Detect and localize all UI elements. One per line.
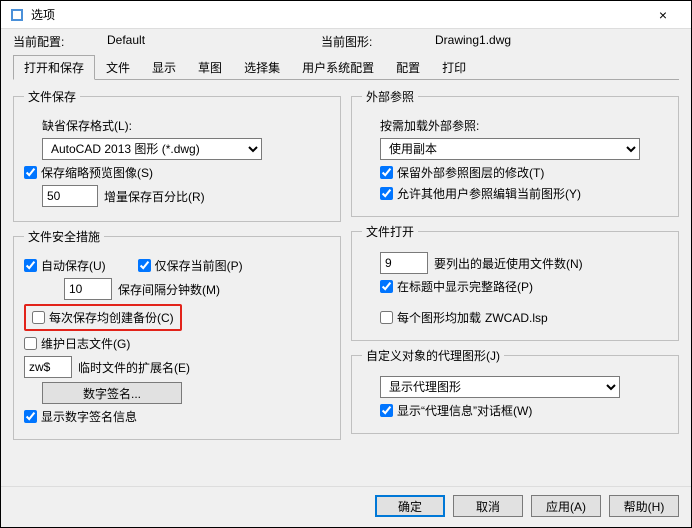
thumbnail-label: 保存缩略预览图像(S)	[41, 164, 153, 181]
footer: 确定 取消 应用(A) 帮助(H)	[1, 486, 691, 527]
tabstrip: 打开和保存 文件 显示 草图 选择集 用户系统配置 配置 打印	[13, 54, 679, 80]
current-drawing-label: 当前图形:	[321, 33, 431, 50]
increment-input[interactable]	[42, 185, 98, 207]
legend-file-open: 文件打开	[362, 223, 418, 240]
show-proxy-dialog-checkbox[interactable]: 显示“代理信息”对话框(W)	[380, 402, 532, 419]
allow-edit-checkbox[interactable]: 允许其他用户参照编辑当前图形(Y)	[380, 185, 581, 202]
temp-ext-input[interactable]	[24, 356, 72, 378]
cancel-button[interactable]: 取消	[453, 495, 523, 517]
current-config-value: Default	[107, 33, 317, 50]
group-file-safety: 文件安全措施 自动保存(U) 仅保存当前图(P) 保存间隔分钟数(M)	[13, 228, 341, 440]
legend-file-safety: 文件安全措施	[24, 228, 104, 245]
log-checkbox[interactable]: 维护日志文件(G)	[24, 335, 130, 352]
show-sig-checkbox[interactable]: 显示数字签名信息	[24, 408, 137, 425]
thumbnail-checkbox[interactable]: 保存缩略预览图像(S)	[24, 164, 153, 181]
backup-checkbox[interactable]: 每次保存均创建备份(C)	[32, 309, 174, 326]
fullpath-label: 在标题中显示完整路径(P)	[397, 278, 533, 295]
app-icon	[9, 7, 25, 23]
tab-content: 文件保存 缺省保存格式(L): AutoCAD 2013 图形 (*.dwg) …	[1, 80, 691, 486]
group-xref: 外部参照 按需加载外部参照: 使用副本 保留外部参照图层的修改(T)	[351, 88, 679, 217]
log-label: 维护日志文件(G)	[41, 335, 130, 352]
highlight-box: 每次保存均创建备份(C)	[24, 304, 182, 331]
help-button[interactable]: 帮助(H)	[609, 495, 679, 517]
group-proxy: 自定义对象的代理图形(J) 显示代理图形 显示“代理信息”对话框(W)	[351, 347, 679, 434]
tab-open-save[interactable]: 打开和保存	[13, 55, 95, 80]
tab-files[interactable]: 文件	[95, 55, 141, 80]
autosave-check-input[interactable]	[24, 259, 37, 272]
close-icon[interactable]: ×	[643, 7, 683, 23]
options-dialog: 选项 × 当前配置: Default 当前图形: Drawing1.dwg 打开…	[0, 0, 692, 528]
legend-file-save: 文件保存	[24, 88, 80, 105]
tab-user-prefs[interactable]: 用户系统配置	[291, 55, 385, 80]
legend-proxy: 自定义对象的代理图形(J)	[362, 347, 504, 364]
mru-input[interactable]	[380, 252, 428, 274]
temp-ext-label: 临时文件的扩展名(E)	[78, 359, 190, 376]
current-only-checkbox[interactable]: 仅保存当前图(P)	[138, 257, 243, 274]
left-column: 文件保存 缺省保存格式(L): AutoCAD 2013 图形 (*.dwg) …	[13, 88, 341, 482]
ondemand-label: 按需加载外部参照:	[380, 117, 668, 134]
fullpath-checkbox[interactable]: 在标题中显示完整路径(P)	[380, 278, 533, 295]
current-config-label: 当前配置:	[13, 33, 103, 50]
interval-input[interactable]	[64, 278, 112, 300]
titlebar: 选项 ×	[1, 1, 691, 29]
load-lsp-file: ZWCAD.lsp	[485, 311, 548, 325]
group-file-open: 文件打开 要列出的最近使用文件数(N) 在标题中显示完整路径(P) 每个图形均加…	[351, 223, 679, 341]
default-format-label: 缺省保存格式(L):	[42, 117, 330, 134]
digital-signature-button[interactable]: 数字签名...	[42, 382, 182, 404]
log-check-input[interactable]	[24, 337, 37, 350]
interval-label: 保存间隔分钟数(M)	[118, 281, 220, 298]
increment-label: 增量保存百分比(R)	[104, 188, 205, 205]
backup-check-input[interactable]	[32, 311, 45, 324]
current-drawing-value: Drawing1.dwg	[435, 33, 511, 50]
thumbnail-check-input[interactable]	[24, 166, 37, 179]
tab-drafting[interactable]: 草图	[187, 55, 233, 80]
allow-edit-label: 允许其他用户参照编辑当前图形(Y)	[397, 185, 581, 202]
show-sig-label: 显示数字签名信息	[41, 408, 137, 425]
show-proxy-dialog-label: 显示“代理信息”对话框(W)	[397, 402, 532, 419]
right-column: 外部参照 按需加载外部参照: 使用副本 保留外部参照图层的修改(T)	[351, 88, 679, 482]
keep-layer-check-input[interactable]	[380, 166, 393, 179]
allow-edit-check-input[interactable]	[380, 187, 393, 200]
default-format-select[interactable]: AutoCAD 2013 图形 (*.dwg)	[42, 138, 262, 160]
current-only-label: 仅保存当前图(P)	[155, 257, 243, 274]
apply-button[interactable]: 应用(A)	[531, 495, 601, 517]
tab-selection[interactable]: 选择集	[233, 55, 291, 80]
show-sig-check-input[interactable]	[24, 410, 37, 423]
ok-button[interactable]: 确定	[375, 495, 445, 517]
mru-label: 要列出的最近使用文件数(N)	[434, 255, 583, 272]
show-proxy-dialog-check-input[interactable]	[380, 404, 393, 417]
tab-plot[interactable]: 打印	[431, 55, 477, 80]
config-row: 当前配置: Default 当前图形: Drawing1.dwg	[1, 29, 691, 54]
legend-xref: 外部参照	[362, 88, 418, 105]
current-only-check-input[interactable]	[138, 259, 151, 272]
ondemand-select[interactable]: 使用副本	[380, 138, 640, 160]
keep-layer-label: 保留外部参照图层的修改(T)	[397, 164, 544, 181]
keep-layer-checkbox[interactable]: 保留外部参照图层的修改(T)	[380, 164, 544, 181]
autosave-label: 自动保存(U)	[41, 257, 106, 274]
group-file-save: 文件保存 缺省保存格式(L): AutoCAD 2013 图形 (*.dwg) …	[13, 88, 341, 222]
load-lsp-check-input[interactable]	[380, 311, 393, 324]
backup-label: 每次保存均创建备份(C)	[49, 309, 174, 326]
tab-display[interactable]: 显示	[141, 55, 187, 80]
proxy-select[interactable]: 显示代理图形	[380, 376, 620, 398]
autosave-checkbox[interactable]: 自动保存(U)	[24, 257, 106, 274]
load-lsp-label: 每个图形均加载	[397, 309, 481, 326]
tab-profiles[interactable]: 配置	[385, 55, 431, 80]
load-lsp-checkbox[interactable]: 每个图形均加载 ZWCAD.lsp	[380, 309, 548, 326]
fullpath-check-input[interactable]	[380, 280, 393, 293]
window-title: 选项	[31, 6, 643, 23]
